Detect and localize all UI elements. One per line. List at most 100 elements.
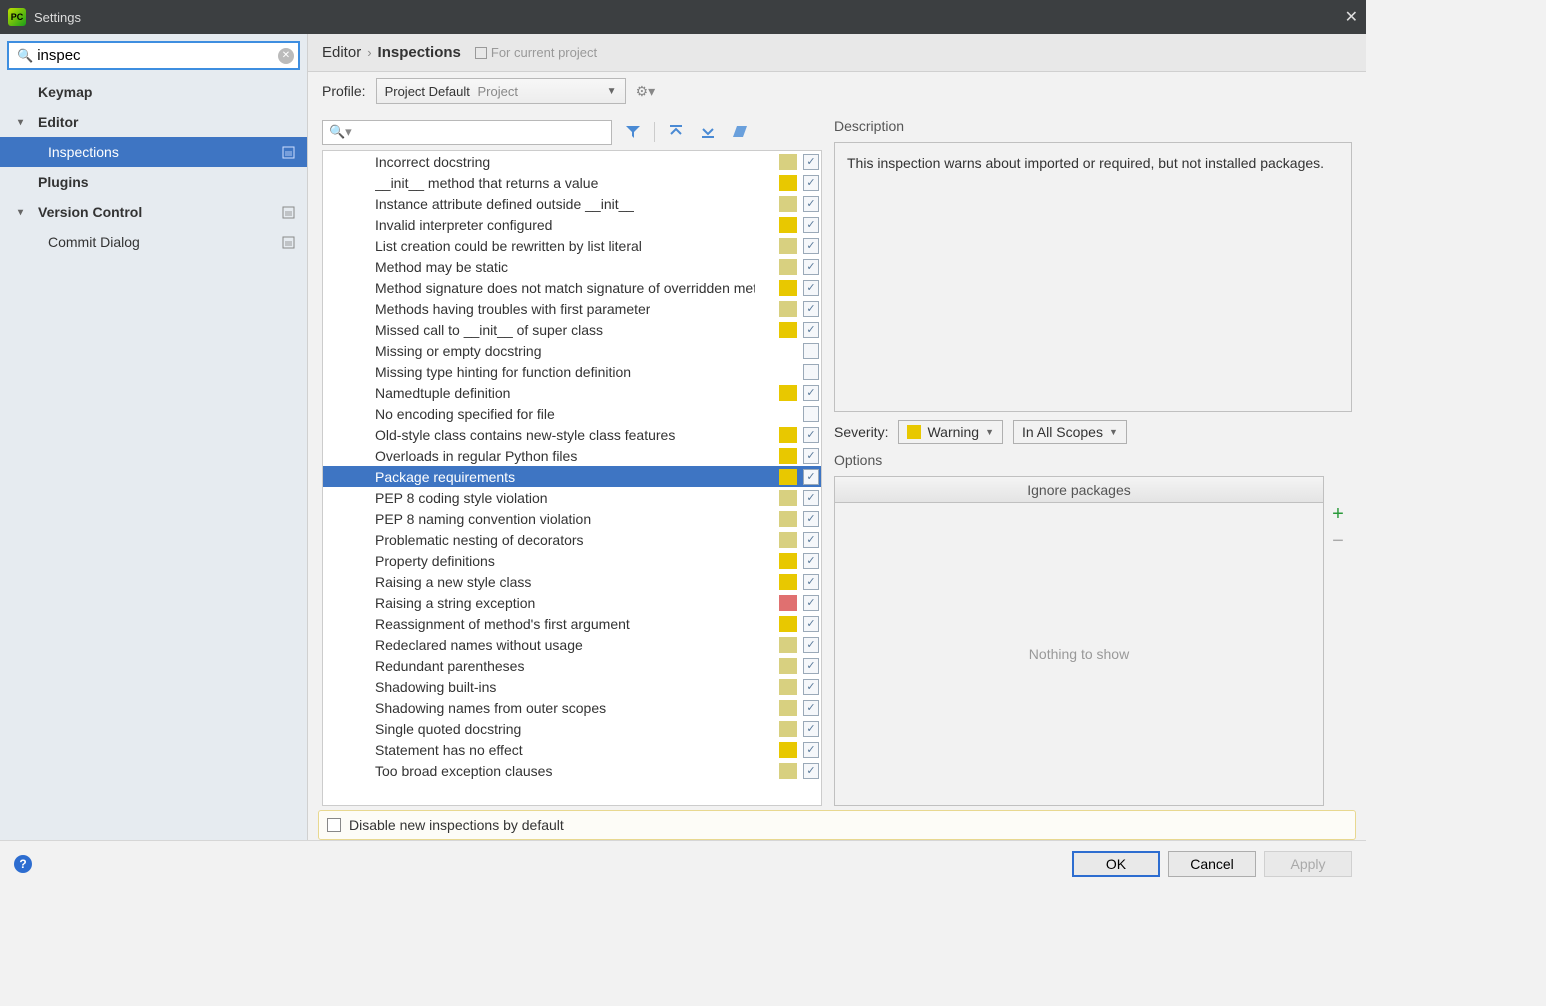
inspection-checkbox[interactable]: ✓ [803, 154, 819, 170]
inspection-row[interactable]: Method may be static✓ [323, 256, 821, 277]
sidebar-item-editor[interactable]: ▾Editor [0, 107, 307, 137]
inspection-row[interactable]: Raising a new style class✓ [323, 571, 821, 592]
inspection-row[interactable]: List creation could be rewritten by list… [323, 235, 821, 256]
inspection-checkbox[interactable]: ✓ [803, 679, 819, 695]
gear-icon[interactable]: ⚙▾ [636, 83, 656, 100]
cancel-button[interactable]: Cancel [1168, 851, 1256, 877]
apply-button[interactable]: Apply [1264, 851, 1352, 877]
toolbar-divider [654, 122, 655, 142]
inspection-row[interactable]: Missed call to __init__ of super class✓ [323, 319, 821, 340]
inspection-checkbox[interactable]: ✓ [803, 196, 819, 212]
inspection-checkbox[interactable] [803, 406, 819, 422]
sidebar-item-version-control[interactable]: ▾Version Control [0, 197, 307, 227]
inspection-row[interactable]: Raising a string exception✓ [323, 592, 821, 613]
sidebar-search-input[interactable] [37, 47, 278, 64]
inspection-checkbox[interactable]: ✓ [803, 763, 819, 779]
clear-icon[interactable]: ✕ [278, 48, 294, 64]
inspection-row[interactable]: Statement has no effect✓ [323, 739, 821, 760]
inspection-name: Namedtuple definition [375, 385, 510, 401]
inspection-checkbox[interactable]: ✓ [803, 511, 819, 527]
chevron-down-icon: ▾ [18, 117, 23, 128]
severity-swatch-icon [779, 469, 797, 485]
eraser-icon[interactable] [729, 121, 751, 143]
inspection-checkbox[interactable]: ✓ [803, 553, 819, 569]
inspection-checkbox[interactable]: ✓ [803, 616, 819, 632]
inspection-checkbox[interactable] [803, 343, 819, 359]
inspection-list[interactable]: Incorrect docstring✓__init__ method that… [323, 151, 821, 805]
inspection-row[interactable]: No encoding specified for file [323, 403, 821, 424]
inspection-row[interactable]: Missing type hinting for function defini… [323, 361, 821, 382]
inspection-row[interactable]: Too broad exception clauses✓ [323, 760, 821, 781]
disable-checkbox[interactable] [327, 818, 341, 832]
inspection-row[interactable]: Overloads in regular Python files ✓ [323, 445, 821, 466]
inspection-row[interactable]: Shadowing names from outer scopes✓ [323, 697, 821, 718]
add-icon[interactable]: + [1325, 503, 1351, 526]
inspection-search[interactable]: 🔍▾ [322, 120, 612, 145]
severity-swatch-icon [779, 364, 797, 380]
disable-new-inspections-row[interactable]: Disable new inspections by default [318, 810, 1356, 840]
inspection-checkbox[interactable]: ✓ [803, 427, 819, 443]
inspection-checkbox[interactable]: ✓ [803, 637, 819, 653]
inspection-row[interactable]: Invalid interpreter configured ✓ [323, 214, 821, 235]
inspection-name: Invalid interpreter configured [375, 217, 552, 233]
inspection-checkbox[interactable]: ✓ [803, 385, 819, 401]
sidebar-search[interactable]: 🔍 ✕ [7, 41, 300, 70]
inspection-checkbox[interactable]: ✓ [803, 490, 819, 506]
severity-select[interactable]: Warning ▼ [898, 420, 1003, 444]
inspection-row[interactable]: Property definitions✓ [323, 550, 821, 571]
inspection-row[interactable]: Problematic nesting of decorators✓ [323, 529, 821, 550]
options-label: Options [834, 452, 1352, 468]
inspection-checkbox[interactable]: ✓ [803, 700, 819, 716]
inspection-checkbox[interactable]: ✓ [803, 217, 819, 233]
inspection-checkbox[interactable]: ✓ [803, 280, 819, 296]
inspection-checkbox[interactable]: ✓ [803, 574, 819, 590]
inspection-row[interactable]: Namedtuple definition ✓ [323, 382, 821, 403]
inspection-row[interactable]: Redundant parentheses✓ [323, 655, 821, 676]
sidebar-item-inspections[interactable]: Inspections [0, 137, 307, 167]
severity-swatch-icon [779, 301, 797, 317]
inspection-checkbox[interactable]: ✓ [803, 301, 819, 317]
inspection-checkbox[interactable]: ✓ [803, 175, 819, 191]
inspection-row[interactable]: PEP 8 naming convention violation✓ [323, 508, 821, 529]
inspection-row[interactable]: Reassignment of method's first argument✓ [323, 613, 821, 634]
inspection-checkbox[interactable]: ✓ [803, 721, 819, 737]
inspection-row[interactable]: Shadowing built-ins✓ [323, 676, 821, 697]
severity-swatch-icon [779, 679, 797, 695]
inspection-row[interactable]: Redeclared names without usage✓ [323, 634, 821, 655]
scope-select[interactable]: In All Scopes ▼ [1013, 420, 1127, 444]
inspection-row[interactable]: Method signature does not match signatur… [323, 277, 821, 298]
sidebar-item-keymap[interactable]: Keymap [0, 77, 307, 107]
inspection-checkbox[interactable]: ✓ [803, 448, 819, 464]
collapse-all-icon[interactable] [697, 121, 719, 143]
inspection-checkbox[interactable]: ✓ [803, 322, 819, 338]
inspection-checkbox[interactable]: ✓ [803, 259, 819, 275]
profile-select[interactable]: Project Default Project ▼ [376, 78, 626, 104]
inspection-checkbox[interactable]: ✓ [803, 532, 819, 548]
sidebar-item-plugins[interactable]: Plugins [0, 167, 307, 197]
inspection-checkbox[interactable]: ✓ [803, 238, 819, 254]
inspection-checkbox[interactable]: ✓ [803, 658, 819, 674]
close-icon[interactable]: ✕ [1345, 7, 1358, 27]
inspection-row[interactable]: Instance attribute defined outside __ini… [323, 193, 821, 214]
severity-swatch-icon [779, 196, 797, 212]
inspection-checkbox[interactable]: ✓ [803, 742, 819, 758]
inspection-row[interactable]: Methods having troubles with first param… [323, 298, 821, 319]
sidebar-item-commit-dialog[interactable]: Commit Dialog [0, 227, 307, 257]
inspection-row[interactable]: __init__ method that returns a value✓ [323, 172, 821, 193]
expand-all-icon[interactable] [665, 121, 687, 143]
help-icon[interactable]: ? [14, 855, 32, 873]
inspection-row[interactable]: Package requirements✓ [323, 466, 821, 487]
inspection-row[interactable]: Incorrect docstring✓ [323, 151, 821, 172]
inspection-row[interactable]: Single quoted docstring✓ [323, 718, 821, 739]
inspection-row[interactable]: Old-style class contains new-style class… [323, 424, 821, 445]
inspection-checkbox[interactable]: ✓ [803, 595, 819, 611]
breadcrumb-parent[interactable]: Editor [322, 44, 361, 61]
inspection-checkbox[interactable]: ✓ [803, 469, 819, 485]
inspection-name: Overloads in regular Python files [375, 448, 577, 464]
filter-icon[interactable] [622, 121, 644, 143]
inspection-checkbox[interactable] [803, 364, 819, 380]
breadcrumb-current: Inspections [378, 44, 461, 61]
inspection-row[interactable]: Missing or empty docstring [323, 340, 821, 361]
ok-button[interactable]: OK [1072, 851, 1160, 877]
inspection-row[interactable]: PEP 8 coding style violation✓ [323, 487, 821, 508]
